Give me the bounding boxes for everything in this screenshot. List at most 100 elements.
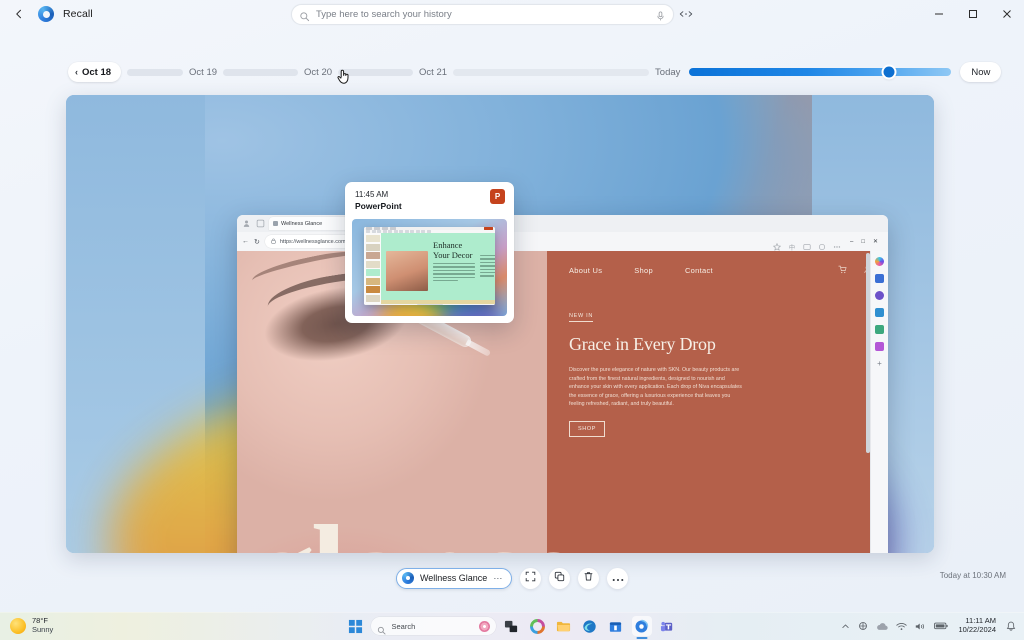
copy-button[interactable] <box>549 567 571 589</box>
more-options-icon[interactable] <box>679 8 693 20</box>
browser-refresh-icon[interactable]: ↻ <box>254 238 260 246</box>
volume-icon[interactable] <box>915 622 926 631</box>
trash-icon <box>583 569 594 587</box>
close-button[interactable] <box>990 0 1024 28</box>
app-title: Recall <box>63 8 93 20</box>
site-nav-about-us[interactable]: About Us <box>569 266 602 275</box>
browser-url-text: https://wellnessglance.com <box>279 238 346 245</box>
timeline-today-label: Today <box>655 66 681 78</box>
browser-maximize-button[interactable]: □ <box>861 239 865 245</box>
browser-profile-icon[interactable] <box>241 218 252 229</box>
hero-shop-button[interactable]: SHOP <box>569 420 605 437</box>
teams-icon[interactable] <box>658 616 678 636</box>
network-adapter-icon[interactable] <box>858 621 868 631</box>
timeline-track-4[interactable] <box>453 68 650 76</box>
shopping-cart-icon[interactable] <box>838 265 847 276</box>
timeline-bar[interactable]: ‹ Oct 18 Oct 19 Oct 20 Oct 21 Today Now <box>0 60 1024 84</box>
shopping-sidebar-icon[interactable] <box>875 342 884 351</box>
copilot-sidebar-icon[interactable] <box>875 257 884 266</box>
slide-image-placeholder <box>386 251 428 291</box>
browser-minimize-button[interactable]: – <box>850 239 853 245</box>
timeline-day-oct-19[interactable]: Oct 19 <box>189 67 217 78</box>
taskbar-search-placeholder: Search <box>391 621 416 631</box>
slide-title-line-2: Your Decor <box>433 250 473 260</box>
battery-icon[interactable] <box>934 622 949 630</box>
back-arrow-icon[interactable] <box>6 3 32 25</box>
slide-thumbnail-rail <box>364 233 381 304</box>
extensions-icon[interactable] <box>818 238 826 250</box>
browser-settings-icon[interactable] <box>833 238 841 248</box>
recall-icon[interactable] <box>631 616 652 636</box>
taskbar-search-box[interactable]: Search <box>370 617 496 635</box>
browser-toolbar-icons: 中 <box>772 238 845 251</box>
timeline-track-1[interactable] <box>127 68 184 76</box>
taskview-icon[interactable] <box>502 616 522 636</box>
browser-close-button[interactable]: ✕ <box>873 238 878 245</box>
hero-body-text: Discover the pure elegance of nature wit… <box>569 367 742 408</box>
site-nav-shop[interactable]: Shop <box>634 266 653 275</box>
browser-side-panel: + <box>870 251 888 553</box>
popover-thumbnail[interactable]: Enhance Your Decor <box>352 219 507 316</box>
tools-sidebar-icon[interactable] <box>875 308 884 317</box>
slide-title-line-1: Enhance <box>433 240 463 250</box>
site-nav-contact[interactable]: Contact <box>685 266 713 275</box>
collections-icon[interactable] <box>803 238 811 250</box>
copy-icon <box>554 569 565 587</box>
store-icon[interactable] <box>606 616 626 636</box>
chevron-left-icon[interactable]: ‹ <box>75 67 78 77</box>
flower-icon[interactable] <box>478 620 490 632</box>
translate-icon[interactable]: 中 <box>788 238 796 251</box>
snapshot-app-chip[interactable]: Wellness Glance ⋯ <box>395 567 513 589</box>
timeline-day-label: Oct 18 <box>82 66 112 78</box>
open-snapshot-button[interactable] <box>520 567 542 589</box>
snapshot-preview-popover[interactable]: 11:45 AM PowerPoint P Enhance Your Decor <box>345 182 514 323</box>
tray-chevron-up-icon[interactable] <box>841 622 850 631</box>
expand-icon <box>525 569 536 587</box>
add-sidebar-icon[interactable]: + <box>875 359 884 368</box>
maximize-button[interactable] <box>956 0 990 28</box>
popover-header: 11:45 AM PowerPoint P <box>345 182 514 211</box>
hero-content: NEW IN Grace in Every Drop Discover the … <box>547 276 747 437</box>
timeline-day-oct-21[interactable]: Oct 21 <box>419 67 447 78</box>
powerpoint-window-thumbnail: Enhance Your Decor <box>364 227 495 305</box>
bell-icon[interactable] <box>1006 621 1016 632</box>
delete-button[interactable] <box>578 567 600 589</box>
games-sidebar-icon[interactable] <box>875 325 884 334</box>
now-button[interactable]: Now <box>960 62 1002 82</box>
windows-start-icon[interactable] <box>347 617 365 635</box>
search-input[interactable] <box>310 9 655 20</box>
microphone-icon[interactable] <box>655 9 666 21</box>
history-search-bar[interactable] <box>291 4 674 25</box>
snapshot-action-bar: Wellness Glance ⋯ <box>0 566 1024 590</box>
minimize-button[interactable] <box>922 0 956 28</box>
timeline-day-oct-20[interactable]: Oct 20 <box>304 67 332 78</box>
more-actions-button[interactable] <box>607 567 629 589</box>
search-sidebar-icon[interactable] <box>875 291 884 300</box>
outlook-sidebar-icon[interactable] <box>875 274 884 283</box>
favorite-star-icon[interactable] <box>772 238 782 251</box>
browser-back-icon[interactable]: ← <box>242 238 249 245</box>
timeline-track-2[interactable] <box>223 68 299 76</box>
browser-window-controls: – □ ✕ <box>850 238 883 246</box>
more-horizontal-icon <box>612 569 624 587</box>
onedrive-cloud-icon[interactable] <box>876 622 889 631</box>
wifi-icon[interactable] <box>896 622 908 631</box>
browser-tab-strip: Wellness Glance ✕ <box>237 215 888 232</box>
hero-panel: About Us Shop Contact NEW IN Grace in Ev… <box>547 251 888 553</box>
copilot-icon[interactable] <box>528 616 548 636</box>
file-explorer-icon[interactable] <box>554 616 574 636</box>
timeline-scrubber[interactable] <box>689 66 952 78</box>
taskbar-clock[interactable]: 11:11 AM 10/22/2024 <box>956 617 998 634</box>
edge-icon[interactable] <box>580 616 600 636</box>
search-icon <box>377 622 386 635</box>
snapshot-stage[interactable]: Wellness Glance ✕ ← ↻ https://wellnessgl… <box>66 95 934 553</box>
browser-tab-actions-icon[interactable] <box>255 218 266 229</box>
snapshot-app-more-icon[interactable]: ⋯ <box>493 573 502 584</box>
scrubber-handle[interactable] <box>883 66 895 78</box>
timeline-day-oct-18[interactable]: ‹ Oct 18 <box>68 62 122 82</box>
slide-canvas: Enhance Your Decor <box>381 233 495 304</box>
recall-logo-icon <box>38 6 54 22</box>
powerpoint-icon: P <box>490 189 505 204</box>
popover-time: 11:45 AM <box>355 190 389 199</box>
timeline-track-3[interactable] <box>338 68 414 76</box>
